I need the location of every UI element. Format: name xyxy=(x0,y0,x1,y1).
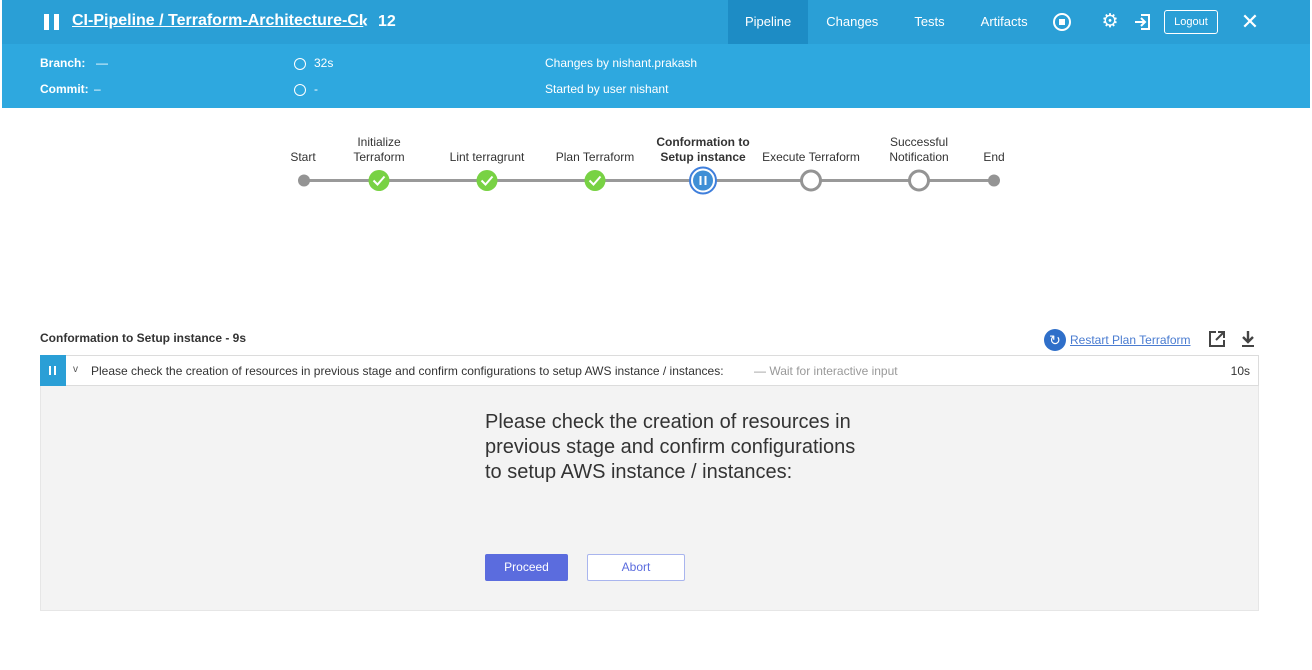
pause-icon xyxy=(44,14,60,30)
run-info-bar: Branch: — Commit: – 32s - Changes by nis… xyxy=(2,44,1310,108)
proceed-button[interactable]: Proceed xyxy=(485,554,568,581)
stage-initialize-success-icon[interactable] xyxy=(368,170,390,191)
step-paused-icon xyxy=(40,355,66,386)
started-value: - xyxy=(314,82,318,96)
run-number: 12 xyxy=(378,13,396,30)
logout-button[interactable]: Logout xyxy=(1164,10,1218,34)
stop-icon[interactable] xyxy=(1052,12,1072,32)
branch-value: — xyxy=(96,56,108,70)
commit-label: Commit: xyxy=(40,82,89,96)
abort-button[interactable]: Abort xyxy=(587,554,685,581)
restart-icon[interactable]: ↻ xyxy=(1044,329,1066,351)
input-request-panel: Please check the creation of resources i… xyxy=(40,386,1259,611)
stage-notification-not-built-icon[interactable] xyxy=(908,169,930,192)
restart-label[interactable]: Restart Plan Terraform xyxy=(1070,333,1191,347)
stage-execute-not-built-icon[interactable] xyxy=(800,169,822,192)
stage-nodes xyxy=(298,166,1000,195)
tab-bar: Pipeline Changes Tests Artifacts xyxy=(728,0,1046,44)
previous-run-chevron-icon[interactable]: ‹ xyxy=(362,11,368,32)
commit-value: – xyxy=(94,82,101,96)
exit-classic-icon[interactable] xyxy=(1133,12,1153,32)
step-message: Please check the creation of resources i… xyxy=(91,364,724,378)
download-icon[interactable] xyxy=(1240,330,1256,348)
started-by: Started by user nishant xyxy=(545,82,669,96)
restart-stage-link[interactable]: ↻ Restart Plan Terraform xyxy=(1044,329,1191,351)
stage-lint-success-icon[interactable] xyxy=(476,170,498,191)
start-node xyxy=(298,174,310,187)
tab-tests[interactable]: Tests xyxy=(896,0,962,44)
input-prompt: Please check the creation of resources i… xyxy=(485,411,856,483)
pipeline-title-link[interactable]: CI-Pipeline / Terraform-Architecture-CI xyxy=(72,12,363,30)
open-external-icon[interactable] xyxy=(1208,330,1226,348)
stage-conformation-paused-icon[interactable] xyxy=(689,166,717,195)
tab-changes[interactable]: Changes xyxy=(808,0,896,44)
step-duration: 10s xyxy=(1230,364,1250,378)
duration-icon xyxy=(294,58,306,70)
duration-value: 32s xyxy=(314,56,334,70)
top-bar: CI-Pipeline / Terraform-Architecture-CI … xyxy=(2,0,1310,44)
pipeline-graph: Start Initialize Terraform Lint terragrun… xyxy=(0,110,1312,310)
tab-artifacts[interactable]: Artifacts xyxy=(963,0,1046,44)
end-node xyxy=(988,174,1000,187)
stage-log-title: Conformation to Setup instance - 9s xyxy=(40,331,247,345)
tab-pipeline[interactable]: Pipeline xyxy=(728,0,809,44)
stage-plan-success-icon[interactable] xyxy=(584,170,606,191)
changes-by: Changes by nishant.prakash xyxy=(545,56,698,70)
chevron-down-icon[interactable]: v xyxy=(73,364,78,375)
close-icon[interactable]: ✕ xyxy=(1240,11,1260,33)
clock-icon xyxy=(294,84,306,96)
log-step-row[interactable]: v Please check the creation of resources… xyxy=(40,355,1259,386)
branch-label: Branch: xyxy=(40,56,86,70)
gear-icon[interactable]: ⚙ xyxy=(1100,12,1120,32)
step-wait-status: — Wait for interactive input xyxy=(754,364,898,378)
